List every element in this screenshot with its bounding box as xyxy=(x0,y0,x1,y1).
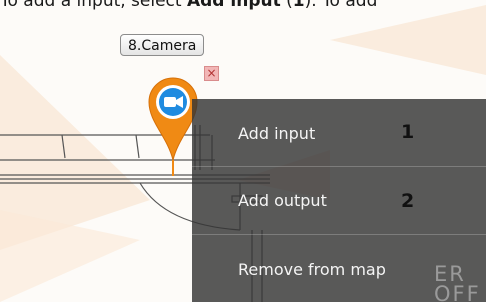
floor-text-top: ER xyxy=(434,262,466,286)
floor-plan-text: ER OFF xyxy=(434,264,481,302)
callout-number-2: 2 xyxy=(401,190,415,212)
video-camera-icon xyxy=(164,96,183,108)
menu-item-add-input[interactable]: Add input xyxy=(238,117,315,151)
close-icon[interactable]: × xyxy=(204,66,219,81)
menu-item-add-output[interactable]: Add output xyxy=(238,184,327,218)
camera-label[interactable]: 8.Camera xyxy=(120,34,205,56)
menu-separator xyxy=(192,234,486,235)
callout-number-1: 1 xyxy=(401,121,415,143)
floor-text-bottom: OFF xyxy=(434,282,481,302)
menu-item-remove-from-map[interactable]: Remove from map xyxy=(238,253,386,287)
menu-separator xyxy=(192,166,486,167)
map-canvas[interactable]: To add a input, select Add input (1). To… xyxy=(0,0,486,302)
